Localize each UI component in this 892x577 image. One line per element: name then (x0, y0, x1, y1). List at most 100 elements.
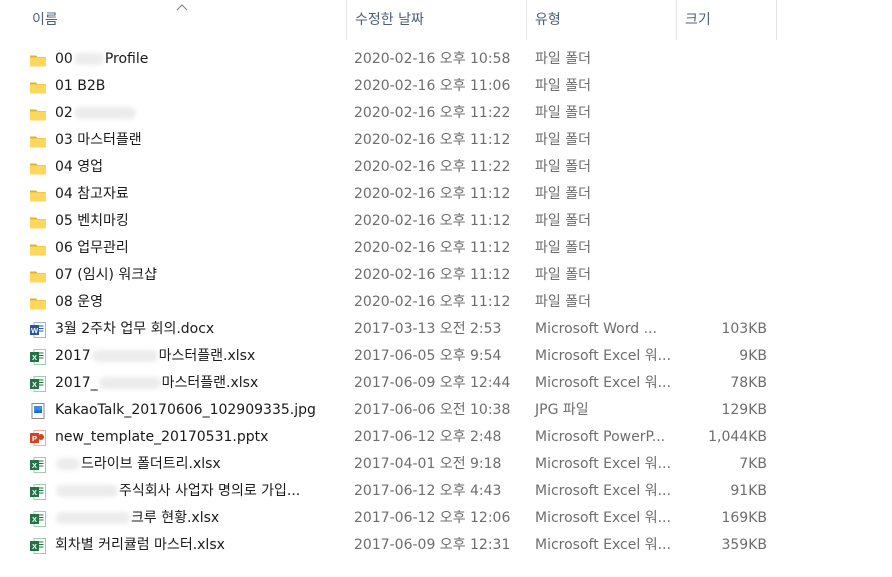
file-name: new_template_20170531.pptx (55, 424, 268, 451)
column-header-size[interactable]: 크기 (677, 0, 776, 40)
file-row[interactable]: X 2017 마스터플랜.xlsx 2017-06-05 오후 9:54 Microso… (0, 343, 892, 370)
file-date: 2017-04-01 오전 9:18 (354, 456, 502, 472)
file-date: 2017-06-12 오후 12:06 (354, 510, 511, 526)
file-size: 169KB (721, 510, 767, 526)
file-name-text: 08 운영 (55, 294, 104, 310)
column-header-type[interactable]: 유형 (527, 0, 676, 40)
column-header-date[interactable]: 수정한 날짜 (347, 0, 526, 40)
file-name-text: 주식회사 사업자 명의로 가입... (119, 483, 301, 499)
file-date: 2020-02-16 오후 11:12 (354, 240, 511, 256)
file-row[interactable]: X 2017_ 마스터플랜.xlsx 2017-06-09 오후 12:44 Micro… (0, 370, 892, 397)
file-size: 1,044KB (708, 429, 767, 445)
file-name-text: 07 (임시) 워크샵 (55, 267, 158, 283)
column-divider[interactable] (776, 0, 777, 40)
file-name: 04 참고자료 (55, 181, 129, 208)
excel-icon: X (29, 348, 47, 366)
file-row[interactable]: 07 (임시) 워크샵 2020-02-16 오후 11:12 파일 폴더 (0, 262, 892, 289)
file-row[interactable]: 04 참고자료 2020-02-16 오후 11:12 파일 폴더 (0, 181, 892, 208)
file-name-text: 01 B2B (55, 78, 106, 94)
file-type: Microsoft Excel 워... (535, 510, 671, 526)
file-date: 2017-06-09 오후 12:44 (354, 375, 511, 391)
folder-icon (29, 105, 47, 123)
file-row[interactable]: X 주식회사 사업자 명의로 가입... 2017-06-12 오후 4:43 Mic… (0, 478, 892, 505)
file-date: 2017-03-13 오전 2:53 (354, 321, 502, 337)
file-name: 회차별 커리큘럼 마스터.xlsx (55, 532, 225, 559)
file-name: 3월 2주차 업무 회의.docx (55, 316, 214, 343)
file-name: 06 업무관리 (55, 235, 129, 262)
folder-icon (29, 51, 47, 69)
file-row[interactable]: 02 2020-02-16 오후 11:22 파일 폴더 (0, 100, 892, 127)
file-date: 2017-06-06 오전 10:38 (354, 402, 511, 418)
file-type: JPG 파일 (535, 402, 589, 418)
file-list: 00 Profile 2020-02-16 오후 10:58 파일 폴더 01 B2B 2… (0, 46, 892, 559)
file-type: 파일 폴더 (535, 186, 591, 202)
file-row[interactable]: 00 Profile 2020-02-16 오후 10:58 파일 폴더 (0, 46, 892, 73)
file-name-text: KakaoTalk_20170606_102909335.jpg (55, 402, 316, 418)
file-row[interactable]: 05 벤치마킹 2020-02-16 오후 11:12 파일 폴더 (0, 208, 892, 235)
svg-text:X: X (32, 542, 37, 551)
file-row[interactable]: 08 운영 2020-02-16 오후 11:12 파일 폴더 (0, 289, 892, 316)
file-name: 01 B2B (55, 73, 105, 100)
file-date: 2020-02-16 오후 11:12 (354, 213, 511, 229)
excel-icon: X (29, 375, 47, 393)
svg-text:X: X (32, 488, 37, 497)
file-name: 2017_ 마스터플랜.xlsx (55, 370, 258, 397)
file-row[interactable]: X 회차별 커리큘럼 마스터.xlsx 2017-06-09 오후 12:31 Mic… (0, 532, 892, 559)
folder-icon (29, 132, 47, 150)
file-row[interactable]: 01 B2B 2020-02-16 오후 11:06 파일 폴더 (0, 73, 892, 100)
file-name: 04 영업 (55, 154, 103, 181)
file-name-text: 드라이브 폴더트리.xlsx (81, 456, 221, 472)
redacted-text (73, 53, 104, 65)
folder-icon (29, 240, 47, 258)
file-row[interactable]: X 드라이브 폴더트리.xlsx 2017-04-01 오전 9:18 Microso… (0, 451, 892, 478)
file-type: 파일 폴더 (535, 51, 591, 67)
file-date: 2020-02-16 오후 11:12 (354, 132, 511, 148)
file-row[interactable]: X 크루 현황.xlsx 2017-06-12 오후 12:06 Microsoft … (0, 505, 892, 532)
file-size: 129KB (721, 402, 767, 418)
svg-text:X: X (32, 380, 37, 389)
file-date: 2020-02-16 오후 11:12 (354, 294, 511, 310)
word-icon: W (29, 321, 47, 339)
file-name-text: 00 (55, 51, 73, 67)
file-name-text: 크루 현황.xlsx (131, 510, 220, 526)
file-size: 9KB (739, 348, 767, 364)
file-row[interactable]: 03 마스터플랜 2020-02-16 오후 11:12 파일 폴더 (0, 127, 892, 154)
svg-text:X: X (32, 353, 37, 362)
file-name: 크루 현황.xlsx (55, 505, 219, 532)
redacted-text (56, 512, 130, 524)
file-name-text: 2017 (55, 348, 91, 364)
svg-text:X: X (32, 461, 37, 470)
file-row[interactable]: KakaoTalk_20170606_102909335.jpg 2017-06-… (0, 397, 892, 424)
file-name-text: 02 (55, 105, 73, 121)
file-date: 2017-06-12 오후 2:48 (354, 429, 502, 445)
file-date: 2020-02-16 오후 11:12 (354, 186, 511, 202)
file-type: 파일 폴더 (535, 213, 591, 229)
folder-icon (29, 267, 47, 285)
file-type: 파일 폴더 (535, 78, 591, 94)
file-row[interactable]: W 3월 2주차 업무 회의.docx 2017-03-13 오전 2:53 Micr… (0, 316, 892, 343)
folder-icon (29, 294, 47, 312)
redacted-text (91, 350, 158, 362)
redacted-text (56, 485, 118, 497)
file-name: 03 마스터플랜 (55, 127, 142, 154)
redacted-text (98, 377, 161, 389)
file-row[interactable]: Pnew_template_20170531.pptx 2017-06-12 오후… (0, 424, 892, 451)
folder-icon (29, 213, 47, 231)
file-date: 2017-06-12 오후 4:43 (354, 483, 502, 499)
folder-icon (29, 186, 47, 204)
file-name: 07 (임시) 워크샵 (55, 262, 157, 289)
file-name-text: 06 업무관리 (55, 240, 129, 256)
file-row[interactable]: 06 업무관리 2020-02-16 오후 11:12 파일 폴더 (0, 235, 892, 262)
file-row[interactable]: 04 영업 2020-02-16 오후 11:22 파일 폴더 (0, 154, 892, 181)
file-date: 2017-06-09 오후 12:31 (354, 537, 511, 553)
file-name: KakaoTalk_20170606_102909335.jpg (55, 397, 316, 424)
file-name: 00 Profile (55, 46, 148, 73)
powerpoint-icon: P (29, 429, 47, 447)
redacted-text (56, 458, 80, 470)
file-type: 파일 폴더 (535, 294, 591, 310)
file-name: 02 (55, 100, 137, 127)
column-header-bar: 이름 수정한 날짜 유형 크기 (0, 0, 892, 40)
file-type: Microsoft Excel 워... (535, 483, 671, 499)
file-type: Microsoft Excel 워... (535, 375, 671, 391)
file-name-text: 회차별 커리큘럼 마스터.xlsx (55, 537, 225, 553)
